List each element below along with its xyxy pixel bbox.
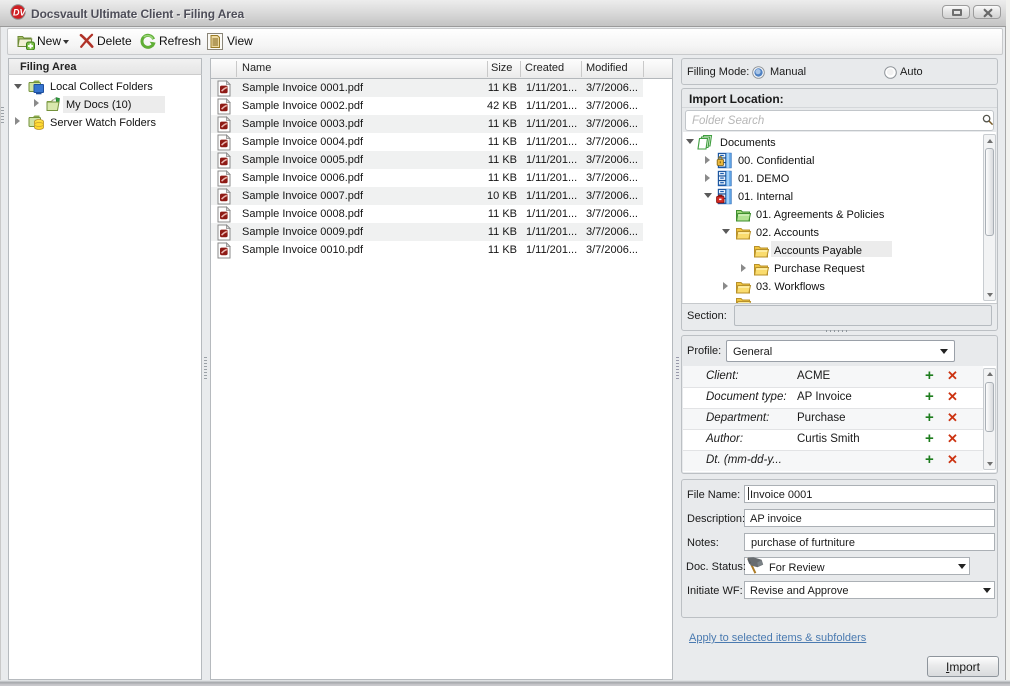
svg-text:DV: DV: [13, 8, 26, 18]
